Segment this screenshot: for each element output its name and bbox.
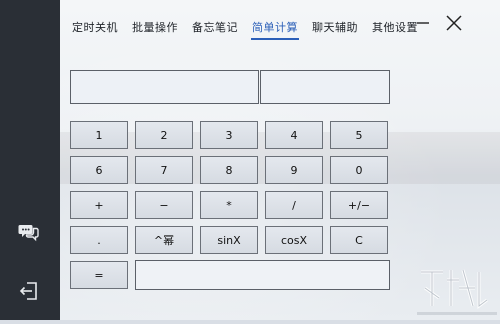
tab-shutdown-timer[interactable]: 定时关机 <box>72 19 118 35</box>
key-plus[interactable]: + <box>70 191 128 219</box>
key-5[interactable]: 5 <box>330 121 388 149</box>
key-6[interactable]: 6 <box>70 156 128 184</box>
result-display[interactable] <box>135 260 390 290</box>
key-cos[interactable]: cosX <box>265 226 323 254</box>
key-divide[interactable]: / <box>265 191 323 219</box>
sidebar <box>0 0 60 320</box>
chat-bubbles-icon[interactable] <box>18 221 40 243</box>
key-negate[interactable]: +/− <box>330 191 388 219</box>
close-icon[interactable] <box>443 12 465 34</box>
minimize-icon[interactable] <box>412 12 434 34</box>
key-clear[interactable]: C <box>330 226 388 254</box>
key-7[interactable]: 7 <box>135 156 193 184</box>
key-multiply[interactable]: * <box>200 191 258 219</box>
tab-bar: 定时关机 批量操作 备忘笔记 简单计算 聊天辅助 其他设置 <box>60 0 500 50</box>
watermark-logo <box>415 258 500 320</box>
key-2[interactable]: 2 <box>135 121 193 149</box>
input-display-right[interactable] <box>260 70 390 104</box>
active-tab-indicator <box>251 38 299 40</box>
key-9[interactable]: 9 <box>265 156 323 184</box>
key-power[interactable]: ^幂 <box>135 226 193 254</box>
key-8[interactable]: 8 <box>200 156 258 184</box>
key-minus[interactable]: − <box>135 191 193 219</box>
tab-chat-assist[interactable]: 聊天辅助 <box>312 19 358 35</box>
key-decimal[interactable]: . <box>70 226 128 254</box>
key-4[interactable]: 4 <box>265 121 323 149</box>
key-equals[interactable]: = <box>70 261 128 289</box>
tab-batch-operations[interactable]: 批量操作 <box>132 19 178 35</box>
tab-simple-calculator[interactable]: 简单计算 <box>252 19 298 35</box>
input-display-left[interactable] <box>70 70 259 104</box>
logout-icon[interactable] <box>18 280 40 302</box>
key-1[interactable]: 1 <box>70 121 128 149</box>
main-panel: 定时关机 批量操作 备忘笔记 简单计算 聊天辅助 其他设置 1 2 3 4 5 … <box>60 0 500 320</box>
key-sin[interactable]: sinX <box>200 226 258 254</box>
key-3[interactable]: 3 <box>200 121 258 149</box>
tab-memo-notes[interactable]: 备忘笔记 <box>192 19 238 35</box>
key-0[interactable]: 0 <box>330 156 388 184</box>
